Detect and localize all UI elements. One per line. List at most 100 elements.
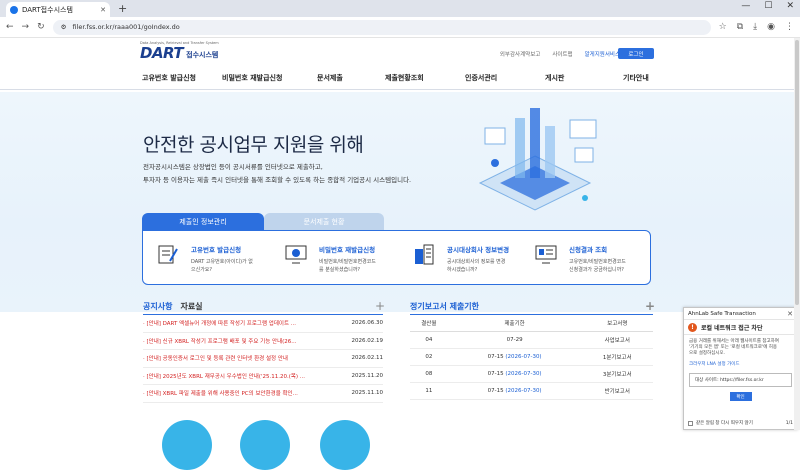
tab-submission-status[interactable]: 문서제출 현황 <box>264 213 384 230</box>
notice-date: 2026.02.11 <box>351 355 384 362</box>
close-icon[interactable]: ✕ <box>787 310 793 318</box>
site-info-icon[interactable]: ⚙ <box>61 23 67 31</box>
quick-menu-panel: 고유번호 발급신청 DART 고유번호(아이디)가 없 으신가요? 비밀번호 재… <box>142 230 651 285</box>
nav-item-board[interactable]: 게시판 <box>545 73 623 83</box>
hero-title: 안전한 공시업무 지원을 위해 <box>143 134 364 156</box>
menu-icon[interactable]: ⋮ <box>785 22 794 32</box>
profile-icon[interactable]: ◉ <box>767 22 775 32</box>
notice-row[interactable]: · [안내] 공동인증서 로그인 및 등록 관련 인터넷 환경 설정 안내 202… <box>143 350 383 368</box>
notice-row[interactable]: · [안내] 신규 XBRL 작성기 프로그램 배포 및 주요 기능 안내(26… <box>143 333 384 350</box>
reload-icon[interactable]: ↻ <box>37 22 45 32</box>
nav-item-password[interactable]: 비밀번호 재발급신청 <box>222 73 317 83</box>
tab-notice[interactable]: 공지사항 <box>143 301 172 312</box>
nav-item-status[interactable]: 제출현황조회 <box>385 73 465 83</box>
dont-show-checkbox[interactable] <box>688 420 693 426</box>
notice-date: 2026.02.19 <box>351 337 384 344</box>
top-link-sitemap[interactable]: 사이트맵 <box>552 50 572 58</box>
address-bar: ← → ↻ ⚙ filer.fss.or.kr/raaa001/goIndex.… <box>0 17 800 38</box>
window-controls: — ☐ ✕ <box>741 1 794 11</box>
building-icon <box>415 244 434 265</box>
banner-circle[interactable] <box>320 420 370 470</box>
quick-company-info[interactable]: 공시대상회사 정보변경 공시대상회사의 정보를 변경 하시겠습니까? <box>413 241 533 277</box>
notice-text: · [안내] DART 엑셀뉴어 개정에 따른 작성기 프로그램 업데이트 ..… <box>143 321 297 328</box>
col-month: 결산월 <box>410 315 448 332</box>
cell-month: 04 <box>410 331 448 349</box>
nav-item-guide[interactable]: 기타안내 <box>623 73 683 83</box>
top-link-audit[interactable]: 외부감사계약보고 <box>500 50 540 58</box>
url-field[interactable]: ⚙ filer.fss.or.kr/raaa001/goIndex.do <box>52 19 711 35</box>
dart-logo[interactable]: Data Analysis, Retrieval and Transfer Sy… <box>140 41 219 62</box>
close-window-icon[interactable]: ✕ <box>786 1 794 11</box>
notice-row[interactable]: · [안내] DART 엑셀뉴어 개정에 따른 작성기 프로그램 업데이트 ..… <box>143 315 383 333</box>
popup-page: 1/1 <box>785 420 793 426</box>
lna-guide-link[interactable]: 크라우저 LNA 설정 가이드 <box>684 361 797 367</box>
favicon-icon <box>10 5 18 14</box>
notice-text: · [안내] 2025년도 XBRL 재무공시 우수법인 안내('25.11.2… <box>143 373 306 380</box>
url-text: filer.fss.or.kr/raaa001/goIndex.do <box>72 23 180 31</box>
cell-month: 11 <box>410 382 448 400</box>
quick-desc-1: 비밀번호/비밀번호변경코드 <box>319 259 376 265</box>
confirm-button[interactable]: 확인 <box>729 392 752 401</box>
notice-more-button[interactable]: + <box>375 299 385 313</box>
table-row: 08 07-15 (2026-07-30) 3분기보고서 <box>410 365 653 383</box>
tab-archive[interactable]: 자료실 <box>180 301 202 312</box>
tab-submitter-info[interactable]: 제출인 정보관리 <box>142 213 264 230</box>
report-more-button[interactable]: + <box>645 299 655 313</box>
top-links: 외부감사계약보고 사이트맵 알게지원서비스 <box>500 50 620 58</box>
report-title: 정기보고서 제출기한 <box>410 302 480 311</box>
banner-circle[interactable] <box>240 420 290 470</box>
page-scrollbar[interactable] <box>794 38 800 430</box>
minimize-icon[interactable]: — <box>741 1 750 11</box>
logo-sub: 접수시스템 <box>186 51 219 59</box>
browser-tabbar: DART접수시스템 ✕ + — ☐ ✕ <box>0 0 800 17</box>
maximize-icon[interactable]: ☐ <box>764 1 772 11</box>
extensions-icon[interactable]: ⧉ <box>737 22 743 32</box>
logo-main: DART <box>140 44 184 62</box>
cell-report: 3분기보고서 <box>581 365 653 383</box>
nav-item-submit[interactable]: 문서제출 <box>317 73 385 83</box>
login-button[interactable]: 로그인 <box>618 48 654 59</box>
popup-titlebar: AhnLab Safe Transaction ✕ <box>684 308 797 320</box>
quick-title: 신청결과 조회 <box>569 246 608 254</box>
bookmark-icon[interactable]: ☆ <box>719 22 727 32</box>
notice-date: 2025.11.10 <box>351 390 384 397</box>
cell-month: 08 <box>410 365 448 383</box>
quick-title: 고유번호 발급신청 <box>191 246 242 254</box>
forward-icon[interactable]: → <box>22 22 30 32</box>
ahnlab-popup: AhnLab Safe Transaction ✕ ! 로컬 네트워크 접근 차… <box>683 307 798 430</box>
hero-line-2: 투자자 등 이용자는 제출 즉시 인터넷을 통해 조회할 수 있도록 하는 종합… <box>143 176 412 184</box>
quick-desc-1: 고유번호/비밀번호변경코드 <box>569 259 626 265</box>
logo-tagline: Data Analysis, Retrieval and Transfer Sy… <box>140 41 219 45</box>
notice-board: 공지사항 자료실 + · [안내] DART 엑셀뉴어 개정에 따른 작성기 프… <box>143 299 385 403</box>
popup-footer: 같은 알림 창 다시 띄우지 않기 1/1 <box>688 420 793 426</box>
nav-item-certificate[interactable]: 인증서관리 <box>465 73 545 83</box>
quick-password[interactable]: 비밀번호 재발급신청 비밀번호/비밀번호변경코드 를 분실하셨습니까? <box>285 241 405 277</box>
browser-tab[interactable]: DART접수시스템 ✕ <box>6 2 110 17</box>
quick-id-issue[interactable]: 고유번호 발급신청 DART 고유번호(아이디)가 없 으신가요? <box>157 241 277 277</box>
quick-desc-1: DART 고유번호(아이디)가 없 <box>191 259 253 265</box>
popup-body-line: 으로 설정하십시오. <box>689 351 725 356</box>
banner-circle[interactable] <box>162 420 212 470</box>
close-tab-icon[interactable]: ✕ <box>100 6 106 14</box>
target-site-box: 대상 사이트: https://filer.fss.or.kr <box>689 373 792 387</box>
tab-title: DART접수시스템 <box>22 5 73 14</box>
notice-row[interactable]: · [안내] 2025년도 XBRL 재무공시 우수법인 안내('25.11.2… <box>143 368 383 385</box>
quick-result[interactable]: 신청결과 조회 고유번호/비밀번호변경코드 신청결과가 궁금하십니까? <box>535 241 655 277</box>
scrollbar-thumb[interactable] <box>795 40 799 305</box>
download-icon[interactable]: ⤓ <box>753 22 757 32</box>
cell-deadline: 07-15 (2026-07-30) <box>447 365 582 383</box>
cell-report: 사업보고서 <box>581 331 653 349</box>
nav-item-id-issue[interactable]: 고유번호 발급신청 <box>142 73 222 83</box>
main-nav: 고유번호 발급신청 비밀번호 재발급신청 문서제출 제출현황조회 인증서관리 게… <box>0 66 800 90</box>
popup-title: AhnLab Safe Transaction <box>688 310 756 317</box>
notice-row[interactable]: · [안내] XBRL 파일 제출을 위해 사용중인 PC의 보안환경을 확인.… <box>143 385 383 403</box>
cell-deadline: 07-29 <box>447 331 582 349</box>
top-link-support[interactable]: 알게지원서비스 <box>585 50 620 58</box>
quick-title: 비밀번호 재발급신청 <box>319 246 376 254</box>
notice-text: · [안내] XBRL 파일 제출을 위해 사용중인 PC의 보안환경을 확인.… <box>143 391 298 398</box>
quick-desc-2: 를 분실하셨습니까? <box>319 267 361 273</box>
cell-report: 반기보고서 <box>581 382 653 400</box>
quick-desc-1: 공시대상회사의 정보를 변경 <box>447 259 506 265</box>
back-icon[interactable]: ← <box>6 22 14 32</box>
new-tab-button[interactable]: + <box>118 2 127 15</box>
